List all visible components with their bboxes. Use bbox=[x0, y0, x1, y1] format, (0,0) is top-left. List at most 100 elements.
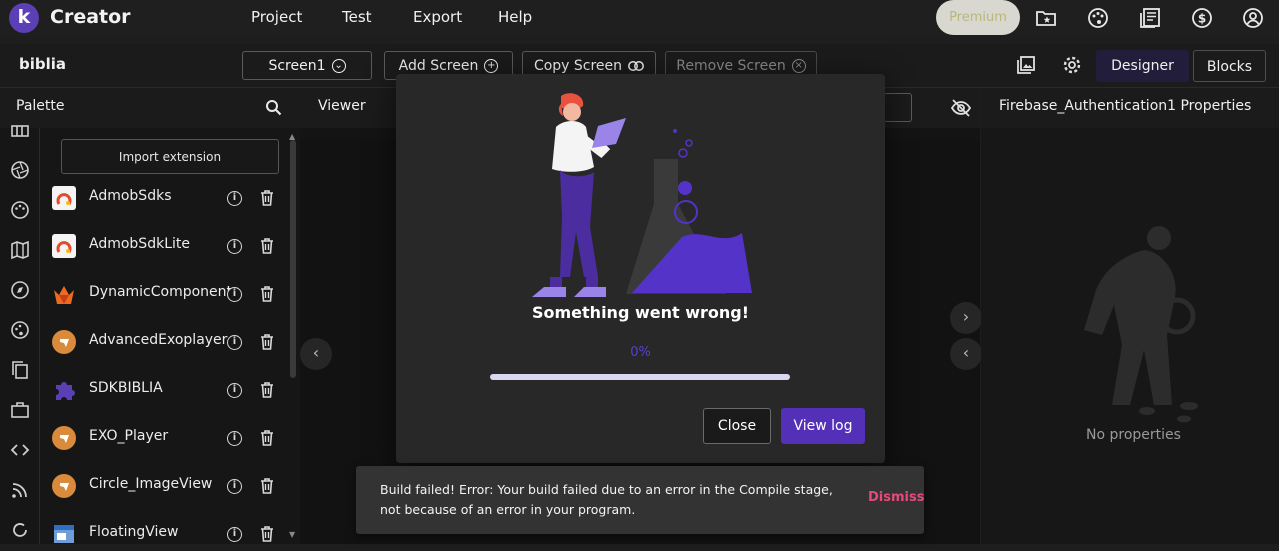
trash-icon[interactable] bbox=[260, 238, 274, 254]
scroll-down-arrow[interactable]: ▼ bbox=[289, 530, 295, 539]
map-icon[interactable] bbox=[10, 240, 30, 260]
refresh-icon[interactable] bbox=[10, 520, 30, 540]
extension-row[interactable]: SDKBIBLIA i bbox=[50, 373, 280, 407]
close-circle-icon: × bbox=[791, 58, 806, 73]
dynamic-icon bbox=[52, 282, 76, 306]
dollar-icon[interactable]: $ bbox=[1191, 7, 1213, 29]
extension-name: AdvancedExoplayer bbox=[89, 332, 228, 348]
extension-name: FloatingView bbox=[89, 524, 179, 540]
info-icon[interactable]: i bbox=[227, 527, 242, 542]
trash-icon[interactable] bbox=[260, 334, 274, 350]
properties-title: Firebase_Authentication1 Properties bbox=[999, 98, 1252, 114]
trash-icon[interactable] bbox=[260, 286, 274, 302]
menu-project[interactable]: Project bbox=[251, 8, 302, 26]
admob-icon bbox=[52, 234, 76, 258]
trash-icon[interactable] bbox=[260, 382, 274, 398]
lab-illustration bbox=[526, 92, 756, 297]
exo-icon bbox=[52, 330, 76, 354]
copy-icon[interactable] bbox=[10, 360, 30, 380]
extension-row[interactable]: Circle_ImageView i bbox=[50, 469, 280, 503]
copy-icon bbox=[628, 60, 644, 72]
blocks-button[interactable]: Blocks bbox=[1193, 50, 1266, 82]
news-icon[interactable] bbox=[1139, 7, 1161, 29]
settings-icon[interactable] bbox=[1062, 55, 1082, 75]
eye-off-icon[interactable] bbox=[950, 98, 972, 118]
properties-header: Firebase_Authentication1 Properties bbox=[981, 88, 1279, 128]
dismiss-button[interactable]: Dismiss bbox=[868, 490, 924, 505]
exo-icon bbox=[52, 426, 76, 450]
collapse-left-button[interactable]: ‹ bbox=[300, 338, 332, 370]
collapse-right-button[interactable]: ‹ bbox=[950, 338, 982, 370]
extension-name: AdmobSdkLite bbox=[89, 236, 190, 252]
extension-row[interactable]: AdmobSdks i bbox=[50, 181, 280, 215]
extension-row[interactable]: FloatingView i bbox=[50, 517, 280, 551]
app-logo[interactable]: k bbox=[9, 3, 39, 33]
palette-icon[interactable] bbox=[10, 200, 30, 220]
palette-icon[interactable] bbox=[1087, 7, 1109, 29]
info-icon[interactable]: i bbox=[227, 431, 242, 446]
menu-test[interactable]: Test bbox=[342, 8, 372, 26]
build-failed-toast: Build failed! Error: Your build failed d… bbox=[356, 466, 924, 534]
code-icon[interactable] bbox=[10, 440, 30, 460]
extension-name: EXO_Player bbox=[89, 428, 169, 444]
layout-icon[interactable] bbox=[10, 120, 30, 140]
trash-icon[interactable] bbox=[260, 526, 274, 542]
palette-scrollbar[interactable] bbox=[290, 140, 296, 378]
app-title[interactable]: Creator bbox=[50, 6, 131, 28]
properties-panel: Firebase_Authentication1 Properties No p… bbox=[981, 88, 1279, 544]
info-icon[interactable]: i bbox=[227, 479, 242, 494]
compass-icon[interactable] bbox=[10, 280, 30, 300]
trash-icon[interactable] bbox=[260, 190, 274, 206]
add-screen-label: Add Screen bbox=[398, 57, 479, 74]
search-icon[interactable] bbox=[265, 99, 282, 116]
toast-message: Build failed! Error: Your build failed d… bbox=[380, 482, 833, 517]
svg-text:$: $ bbox=[1198, 12, 1206, 26]
project-name: biblia bbox=[19, 55, 67, 73]
build-error-dialog: Something went wrong! 0% Close View log bbox=[396, 74, 885, 463]
extension-name: SDKBIBLIA bbox=[89, 380, 163, 396]
designer-button[interactable]: Designer bbox=[1096, 50, 1189, 82]
info-icon[interactable]: i bbox=[227, 383, 242, 398]
plus-circle-icon: + bbox=[484, 58, 499, 73]
palette-header: Palette bbox=[0, 88, 300, 128]
viewer-dropdown[interactable] bbox=[884, 93, 912, 122]
info-icon[interactable]: i bbox=[227, 287, 242, 302]
import-extension-button[interactable]: Import extension bbox=[61, 139, 279, 174]
top-bar: k Creator Project Test Export Help Premi… bbox=[0, 0, 1279, 35]
view-log-button[interactable]: View log bbox=[781, 408, 865, 444]
gallery-icon[interactable] bbox=[1016, 55, 1036, 75]
trash-icon[interactable] bbox=[260, 430, 274, 446]
extension-row[interactable]: AdmobSdkLite i bbox=[50, 229, 280, 263]
extension-name: Circle_ImageView bbox=[89, 476, 213, 492]
info-icon[interactable]: i bbox=[227, 191, 242, 206]
trash-icon[interactable] bbox=[260, 478, 274, 494]
expand-right-button[interactable]: › bbox=[950, 302, 982, 334]
info-icon[interactable]: i bbox=[227, 239, 242, 254]
remove-screen-label: Remove Screen bbox=[676, 57, 786, 74]
screen-selector-label: Screen1 bbox=[268, 57, 326, 74]
chevron-down-icon: ⌄ bbox=[331, 58, 346, 73]
menu-export[interactable]: Export bbox=[413, 8, 462, 26]
screen-selector[interactable]: Screen1 ⌄ bbox=[242, 51, 372, 80]
scroll-up-arrow[interactable]: ▲ bbox=[289, 132, 295, 141]
account-icon[interactable] bbox=[1242, 7, 1264, 29]
menu-help[interactable]: Help bbox=[498, 8, 532, 26]
premium-button[interactable]: Premium bbox=[936, 0, 1020, 35]
exo-icon bbox=[52, 474, 76, 498]
admob-icon bbox=[52, 186, 76, 210]
extension-row[interactable]: EXO_Player i bbox=[50, 421, 280, 455]
error-message: Something went wrong! bbox=[531, 303, 750, 322]
folder-star-icon[interactable] bbox=[1035, 7, 1057, 29]
rss-icon[interactable] bbox=[10, 480, 30, 500]
aperture-icon[interactable] bbox=[10, 160, 30, 180]
close-button[interactable]: Close bbox=[703, 408, 771, 444]
palette-category-rail bbox=[0, 125, 40, 544]
extension-row[interactable]: AdvancedExoplayer i bbox=[50, 325, 280, 359]
briefcase-icon[interactable] bbox=[10, 400, 30, 420]
palette-icon-2[interactable] bbox=[10, 320, 30, 340]
info-icon[interactable]: i bbox=[227, 335, 242, 350]
no-properties-text: No properties bbox=[1086, 427, 1181, 443]
extension-name: AdmobSdks bbox=[89, 188, 172, 204]
extension-row[interactable]: DynamicComponents i bbox=[50, 277, 280, 311]
progress-percent: 0% bbox=[630, 345, 651, 360]
